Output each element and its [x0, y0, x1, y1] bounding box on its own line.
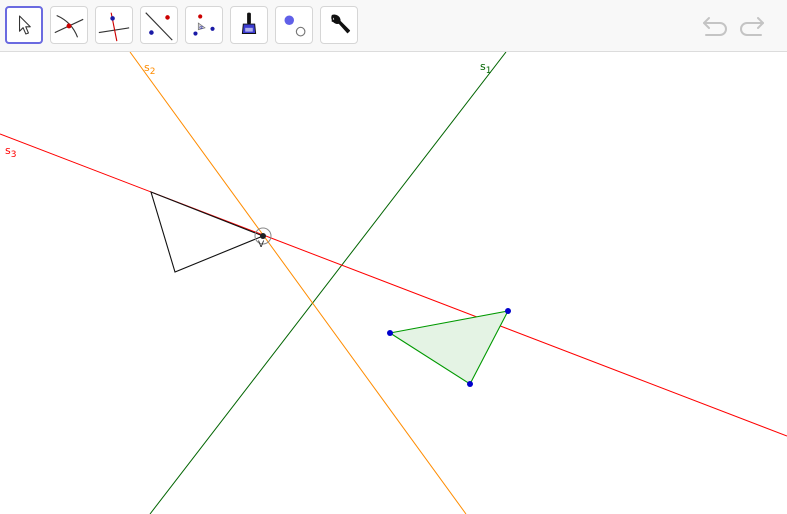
black-triangle[interactable]: [150, 191, 265, 273]
reflect-tool-button[interactable]: α: [185, 6, 223, 44]
redo-icon: [740, 17, 764, 36]
line-s3[interactable]: [0, 133, 787, 437]
settings-tool-button[interactable]: [320, 6, 358, 44]
undo-icon: [703, 17, 727, 36]
line-s1[interactable]: [149, 52, 507, 514]
move-tool-button[interactable]: [5, 6, 43, 44]
line-tool-button[interactable]: [140, 6, 178, 44]
show-hide-tool-button[interactable]: [275, 6, 313, 44]
label-s1: s1: [480, 60, 492, 77]
intersect-tool-button[interactable]: [50, 6, 88, 44]
intersect-icon: [54, 15, 84, 38]
show-hide-object-icon: [284, 15, 306, 37]
arrow-cursor-icon: [18, 15, 31, 35]
brush-icon: [241, 12, 257, 34]
graphics-view[interactable]: s1 s2 s3 V: [0, 52, 787, 514]
copy-style-tool-button[interactable]: [230, 6, 268, 44]
green-triangle[interactable]: [388, 310, 510, 385]
toolbar: α: [0, 0, 787, 52]
green-triangle-vertex[interactable]: [387, 330, 393, 336]
label-s3: s3: [5, 144, 17, 161]
svg-text:α: α: [199, 25, 203, 31]
perpendicular-line-tool-button[interactable]: [95, 6, 133, 44]
green-triangle-vertex[interactable]: [467, 381, 473, 387]
reflect-icon: α: [193, 14, 215, 36]
point-v[interactable]: [260, 233, 266, 239]
green-triangle-vertex[interactable]: [505, 308, 511, 314]
redo-button[interactable]: [737, 12, 767, 40]
undo-button[interactable]: [700, 12, 730, 40]
wrench-icon: [331, 14, 351, 34]
label-v: V: [258, 240, 265, 250]
perpendicular-line-icon: [98, 12, 130, 42]
label-s2: s2: [144, 61, 156, 78]
geometry-canvas: [0, 52, 787, 514]
line-s2[interactable]: [129, 52, 467, 514]
line-through-points-icon: [145, 12, 173, 41]
